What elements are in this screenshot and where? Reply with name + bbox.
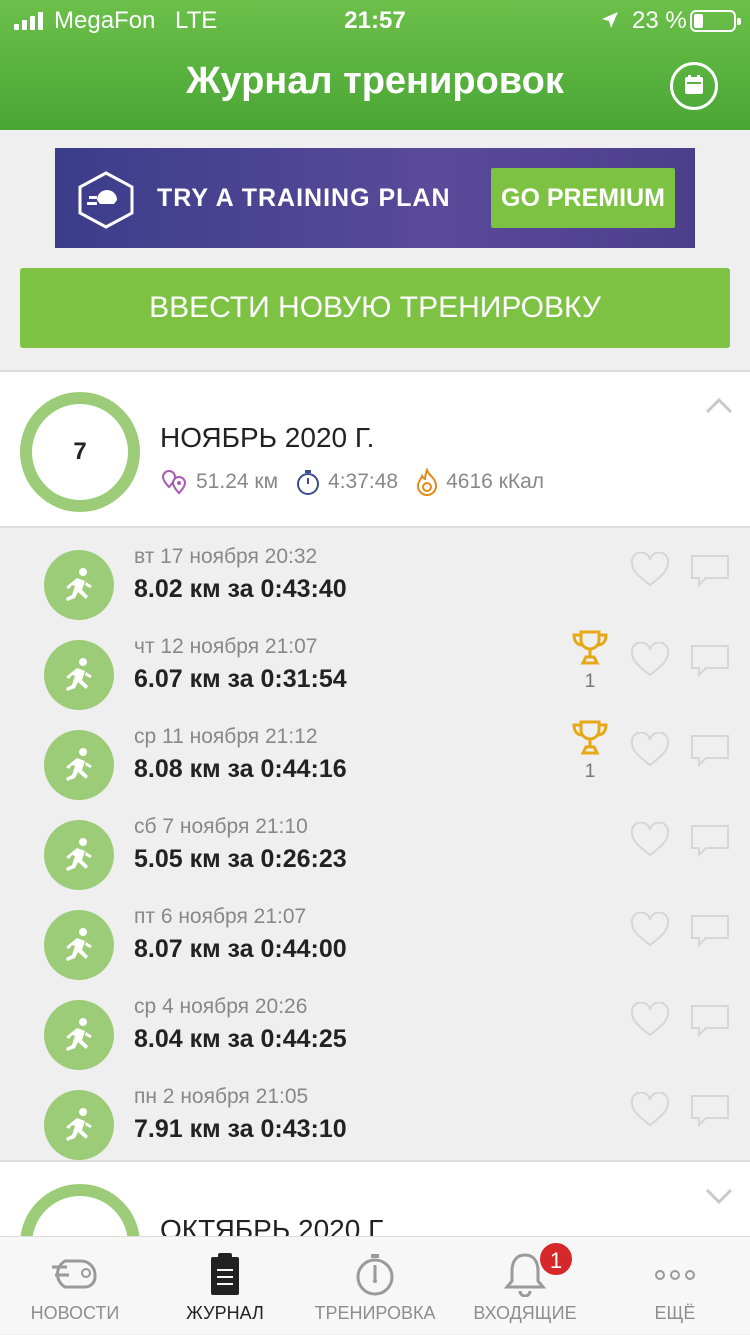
trophy-count: 1 <box>584 761 596 782</box>
app-header: MegaFon LTE 21:57 23 % Журнал тренировок <box>0 0 750 130</box>
like-heart-icon[interactable] <box>630 731 670 773</box>
tab-inbox[interactable]: ВХОДЯЩИЕ <box>450 1237 600 1335</box>
workout-row[interactable]: сб 7 ноября 21:10 5.05 км за 0:26:23 <box>0 810 750 900</box>
workout-result: 8.02 км за 0:43:40 <box>134 575 347 603</box>
running-icon <box>44 550 114 620</box>
month-calories: 4616 кКал <box>446 470 544 493</box>
month-summary-november[interactable]: 7 НОЯБРЬ 2020 Г. 51.24 км 4:37:48 4616 к… <box>0 370 750 528</box>
news-icon <box>52 1259 97 1289</box>
running-icon <box>44 910 114 980</box>
more-icon <box>655 1270 695 1280</box>
calories-flame-icon <box>417 468 438 496</box>
tab-journal[interactable]: ЖУРНАЛ <box>150 1237 300 1335</box>
stopwatch-icon <box>297 470 320 495</box>
page-title: Журнал тренировок <box>186 60 564 102</box>
tab-label: ЖУРНАЛ <box>186 1303 264 1323</box>
workout-result: 6.07 км за 0:31:54 <box>134 665 347 693</box>
calendar-button[interactable] <box>670 62 718 110</box>
month-stats: 51.24 км 4:37:48 4616 кКал <box>160 468 544 496</box>
workout-result: 5.05 км за 0:26:23 <box>134 845 347 873</box>
month-title: НОЯБРЬ 2020 Г. <box>160 422 375 453</box>
workout-row[interactable]: ср 4 ноября 20:26 8.04 км за 0:44:25 <box>0 990 750 1080</box>
tab-more[interactable]: ЕЩЁ <box>600 1237 750 1335</box>
workout-row[interactable]: ср 11 ноября 21:12 8.08 км за 0:44:16 1 <box>0 720 750 810</box>
banner-text: TRY A TRAINING PLAN <box>157 184 451 212</box>
workout-date: сб 7 ноября 21:10 <box>134 815 308 838</box>
month-summary-october[interactable]: ОКТЯБРЬ 2020 Г. <box>0 1160 750 1240</box>
distance-pin-icon <box>161 469 187 495</box>
comment-icon[interactable] <box>690 1094 730 1133</box>
workout-row[interactable]: вт 17 ноября 20:32 8.02 км за 0:43:40 <box>0 540 750 630</box>
workout-date: вт 17 ноября 20:32 <box>134 545 318 568</box>
workout-date: ср 4 ноября 20:26 <box>134 995 308 1018</box>
trophy-icon <box>570 630 610 671</box>
workout-count-ring: 7 <box>20 392 140 512</box>
comment-icon[interactable] <box>690 734 730 773</box>
comment-icon[interactable] <box>690 824 730 863</box>
like-heart-icon[interactable] <box>630 821 670 863</box>
trophy-award[interactable]: 1 <box>570 720 610 783</box>
tab-news[interactable]: НОВОСТИ <box>0 1237 150 1335</box>
go-premium-button[interactable]: GO PREMIUM <box>491 168 675 228</box>
trophy-award[interactable]: 1 <box>570 630 610 693</box>
running-icon <box>44 1000 114 1070</box>
comment-icon[interactable] <box>690 914 730 953</box>
workout-result: 8.07 км за 0:44:00 <box>134 935 347 963</box>
workout-date: ср 11 ноября 21:12 <box>134 725 318 748</box>
like-heart-icon[interactable] <box>630 1001 670 1043</box>
workout-date: пн 2 ноября 21:05 <box>134 1085 309 1108</box>
running-icon <box>44 1090 114 1160</box>
tab-label: ТРЕНИРОВКА <box>314 1303 436 1323</box>
trophy-icon <box>570 720 610 761</box>
workout-result: 8.08 км за 0:44:16 <box>134 755 347 783</box>
calendar-icon <box>685 75 703 94</box>
trophy-count: 1 <box>584 671 596 692</box>
add-workout-button[interactable]: ВВЕСТИ НОВУЮ ТРЕНИРОВКУ <box>20 268 730 348</box>
workout-date: чт 12 ноября 21:07 <box>134 635 318 658</box>
location-arrow-icon <box>600 9 620 37</box>
tab-label: ЕЩЁ <box>654 1303 696 1323</box>
like-heart-icon[interactable] <box>630 551 670 593</box>
like-heart-icon[interactable] <box>630 1091 670 1133</box>
comment-icon[interactable] <box>690 1004 730 1043</box>
workout-result: 8.04 км за 0:44:25 <box>134 1025 347 1053</box>
workout-row[interactable]: чт 12 ноября 21:07 6.07 км за 0:31:54 1 <box>0 630 750 720</box>
month-duration: 4:37:48 <box>328 470 399 493</box>
workout-result: 7.91 км за 0:43:10 <box>134 1115 347 1143</box>
running-icon <box>44 820 114 890</box>
status-bar: MegaFon LTE 21:57 23 % <box>0 0 750 42</box>
workout-count-ring <box>20 1184 140 1240</box>
like-heart-icon[interactable] <box>630 641 670 683</box>
battery-percent: 23 % <box>632 7 687 34</box>
workout-row[interactable]: пн 2 ноября 21:05 7.91 км за 0:43:10 <box>0 1080 750 1170</box>
stopwatch-icon <box>356 1254 394 1296</box>
journal-icon <box>211 1253 239 1295</box>
running-icon <box>44 730 114 800</box>
training-plan-logo-icon <box>78 171 134 229</box>
tab-label: НОВОСТИ <box>30 1303 120 1323</box>
chevron-down-icon[interactable] <box>704 1186 734 1206</box>
tab-bar: НОВОСТИ ЖУРНАЛ ТРЕНИРОВКА ВХОДЯЩИЕ 1 ЕЩЁ <box>0 1236 750 1334</box>
month-distance: 51.24 км <box>196 470 279 493</box>
tab-label: ВХОДЯЩИЕ <box>473 1303 577 1323</box>
inbox-badge: 1 <box>538 1241 574 1277</box>
like-heart-icon[interactable] <box>630 911 670 953</box>
running-icon <box>44 640 114 710</box>
premium-banner[interactable]: TRY A TRAINING PLAN GO PREMIUM <box>55 148 695 248</box>
comment-icon[interactable] <box>690 554 730 593</box>
tab-workout[interactable]: ТРЕНИРОВКА <box>300 1237 450 1335</box>
comment-icon[interactable] <box>690 644 730 683</box>
workout-row[interactable]: пт 6 ноября 21:07 8.07 км за 0:44:00 <box>0 900 750 990</box>
chevron-up-icon[interactable] <box>704 396 734 416</box>
workout-date: пт 6 ноября 21:07 <box>134 905 307 928</box>
battery-icon <box>690 10 741 32</box>
